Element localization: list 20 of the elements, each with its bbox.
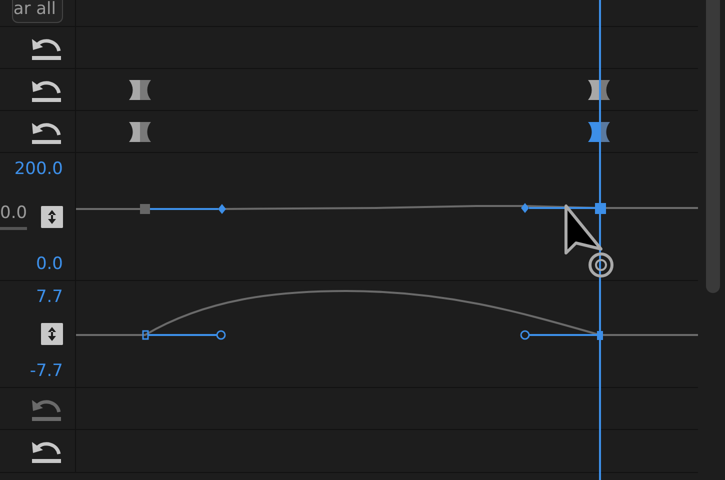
stepper-icon[interactable] [41,206,63,228]
handle-point[interactable] [520,330,530,340]
bezier-handle[interactable] [150,208,218,210]
axis-min-label: 0.0 [34,254,63,274]
keyframe-icon[interactable] [128,120,152,142]
keyframe-icon[interactable] [128,78,152,100]
handle-point[interactable] [218,204,226,214]
stepper-icon[interactable] [41,323,63,345]
bezier-handle[interactable] [529,334,597,336]
keyframe-marker[interactable] [142,330,149,340]
axis-max-label: 200.0 [13,159,63,179]
handle-point[interactable] [216,330,226,340]
axis-max-label: 7.7 [34,287,63,307]
keyframe-marker[interactable] [140,204,150,214]
scrollbar-thumb[interactable] [706,0,720,293]
handle-point[interactable] [521,203,529,213]
bezier-handle[interactable] [148,334,217,336]
bezier-handle[interactable] [529,207,595,209]
axis-min-label: -7.7 [28,361,63,381]
clear-all-button[interactable]: ar all [12,0,63,23]
